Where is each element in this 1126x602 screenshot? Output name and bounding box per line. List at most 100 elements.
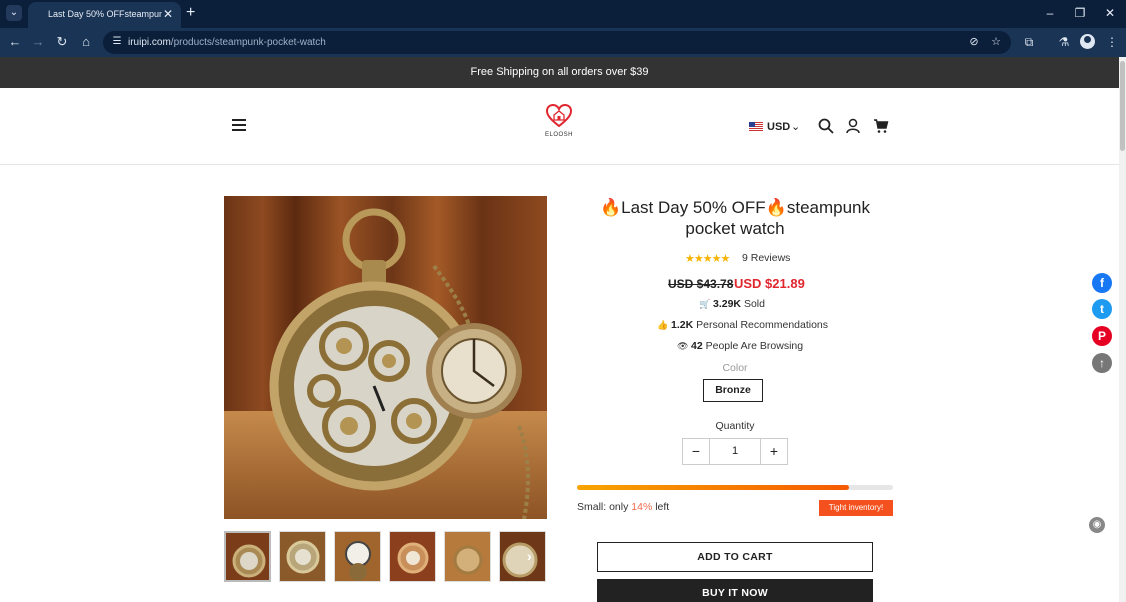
thumbnail-4-image [390, 532, 435, 581]
thumbnail-next-arrow-icon[interactable]: › [527, 548, 532, 564]
browsing-stat: 👁 42 People Are Browsing [677, 340, 803, 354]
restore-icon[interactable]: ❐ [1072, 5, 1088, 21]
close-tab-icon[interactable]: ✕ [163, 7, 173, 21]
browser-tab-bar: ⌄ Last Day 50% OFFsteampunk pocket watch… [0, 0, 1126, 28]
eye-off-icon[interactable]: ⊘ [967, 35, 981, 49]
scrollbar-thumb[interactable] [1120, 61, 1125, 151]
thumbnail-1[interactable] [224, 531, 271, 582]
address-bar[interactable]: ☰ iruipi.com/products/steampunk-pocket-w… [103, 31, 1011, 54]
stock-suffix: left [655, 501, 670, 513]
quantity-label: Quantity [715, 420, 755, 432]
pinterest-glyph: P [1097, 329, 1106, 343]
chevron-down-icon: ⌄ [791, 121, 801, 133]
menu-dots-icon[interactable]: ⋮ [1104, 34, 1120, 50]
recommend-count: 1.2K [671, 319, 694, 331]
browser-toolbar: ← → ↻ ⌂ ☰ iruipi.com/products/steampunk-… [0, 28, 1126, 57]
thumbnail-3[interactable] [334, 531, 381, 582]
announcement-bar: Free Shipping on all orders over $39 [0, 57, 1119, 88]
pinterest-share-icon[interactable]: P [1092, 326, 1112, 346]
extensions-icon[interactable]: ⧉ [1021, 34, 1037, 50]
color-label: Color [722, 362, 748, 374]
sale-price: USD $21.89 [734, 276, 805, 291]
product-title: 🔥Last Day 50% OFF🔥steampunk pocket watch [576, 197, 894, 239]
heart-logo-icon [546, 104, 572, 128]
original-price: USD $43.78 [668, 277, 734, 291]
back-icon[interactable]: ← [7, 34, 23, 50]
flame-icon: 🔥 [765, 198, 787, 217]
quantity-input[interactable]: 1 [709, 439, 761, 464]
account-icon[interactable] [845, 118, 861, 134]
reload-icon[interactable]: ↻ [54, 34, 70, 50]
arrow-up-glyph: ↑ [1099, 356, 1105, 370]
back-to-top-icon[interactable]: ↑ [1092, 353, 1112, 373]
buy-it-now-button[interactable]: BUY IT NOW [597, 579, 873, 602]
hamburger-menu-icon[interactable] [232, 119, 246, 131]
new-tab-icon[interactable]: + [186, 4, 195, 22]
search-icon[interactable] [818, 118, 834, 134]
forward-icon[interactable]: → [30, 34, 46, 50]
stock-text: Small: only 14% left [577, 501, 669, 513]
facebook-glyph: f [1100, 276, 1104, 290]
us-flag-icon [749, 122, 763, 131]
home-icon[interactable]: ⌂ [78, 34, 94, 50]
color-option-bronze[interactable]: Bronze [703, 379, 763, 402]
minimize-icon[interactable]: – [1042, 5, 1058, 21]
cart-icon[interactable] [873, 118, 889, 134]
site-logo[interactable]: ELOOSH [541, 104, 577, 142]
url-path: /products/steampunk-pocket-watch [170, 37, 326, 48]
sold-stat: 🛒 3.29K Sold [699, 298, 765, 312]
twitter-glyph: t [1100, 302, 1104, 316]
thumbnail-strip: › [224, 531, 547, 582]
currency-label: USD [767, 121, 791, 133]
page-scrollbar[interactable] [1119, 57, 1126, 602]
url-host: iruipi.com [128, 37, 171, 48]
thumbnail-4[interactable] [389, 531, 436, 582]
tight-inventory-badge: Tight inventory! [819, 500, 893, 516]
increase-quantity-button[interactable]: + [761, 439, 787, 464]
site-info-icon[interactable]: ☰ [110, 35, 124, 49]
reviews-count[interactable]: 9 Reviews [742, 252, 790, 264]
web-page: Free Shipping on all orders over $39 ELO… [0, 57, 1119, 602]
labs-flask-icon[interactable]: ⚗ [1056, 34, 1072, 50]
pocket-watch-illustration [269, 208, 530, 519]
sold-label: Sold [743, 298, 765, 310]
facebook-share-icon[interactable]: f [1092, 273, 1112, 293]
product-main-image[interactable] [224, 196, 547, 519]
recommend-label: Personal Recommendations [696, 319, 829, 331]
stock-percent: 14% [631, 501, 653, 513]
logo-text: ELOOSH [544, 132, 573, 138]
site-header: ELOOSH USD ⌄ [0, 88, 1119, 165]
quantity-stepper: − 1 + [682, 438, 788, 465]
browsing-label: People Are Browsing [705, 340, 804, 352]
browser-tab[interactable]: Last Day 50% OFFsteampunk pocket watch ✕ [28, 2, 181, 28]
product-title-text: Last Day 50% OFF [621, 198, 766, 217]
profile-avatar-icon[interactable] [1080, 34, 1095, 49]
flame-icon: 🔥 [599, 198, 622, 217]
recommendations-stat: 👍 1.2K Personal Recommendations [657, 319, 828, 333]
stock-progress-fill [577, 485, 849, 490]
thumbnail-3-image [335, 532, 380, 581]
decrease-quantity-button[interactable]: − [683, 439, 709, 464]
thumbnail-2[interactable] [279, 531, 326, 582]
stock-progress-bar [577, 485, 893, 490]
url-text[interactable]: iruipi.com/products/steampunk-pocket-wat… [128, 37, 326, 48]
thumbnail-5-image [445, 532, 490, 581]
tab-search-chevron-icon[interactable]: ⌄ [6, 5, 22, 21]
bookmark-star-icon[interactable]: ☆ [989, 35, 1003, 49]
cart-small-icon: 🛒 [699, 299, 711, 309]
thumbnail-2-image [280, 532, 325, 581]
floating-helper-icon[interactable]: ◉ [1089, 517, 1105, 533]
browsing-count: 42 [691, 340, 703, 352]
sold-count: 3.29K [713, 298, 742, 310]
eye-icon: 👁 [677, 341, 689, 351]
thumbs-up-icon: 👍 [657, 320, 669, 330]
add-to-cart-button[interactable]: ADD TO CART [597, 542, 873, 572]
thumbnail-6[interactable] [499, 531, 546, 582]
thumbnail-5[interactable] [444, 531, 491, 582]
stock-prefix: Small: only [577, 501, 629, 513]
thumbnail-6-image [500, 532, 545, 581]
close-window-icon[interactable]: ✕ [1102, 5, 1118, 21]
rating-stars-icon: ★★★★★ [685, 253, 730, 265]
twitter-share-icon[interactable]: t [1092, 299, 1112, 319]
tab-title: Last Day 50% OFFsteampunk pocket watch [48, 9, 162, 19]
